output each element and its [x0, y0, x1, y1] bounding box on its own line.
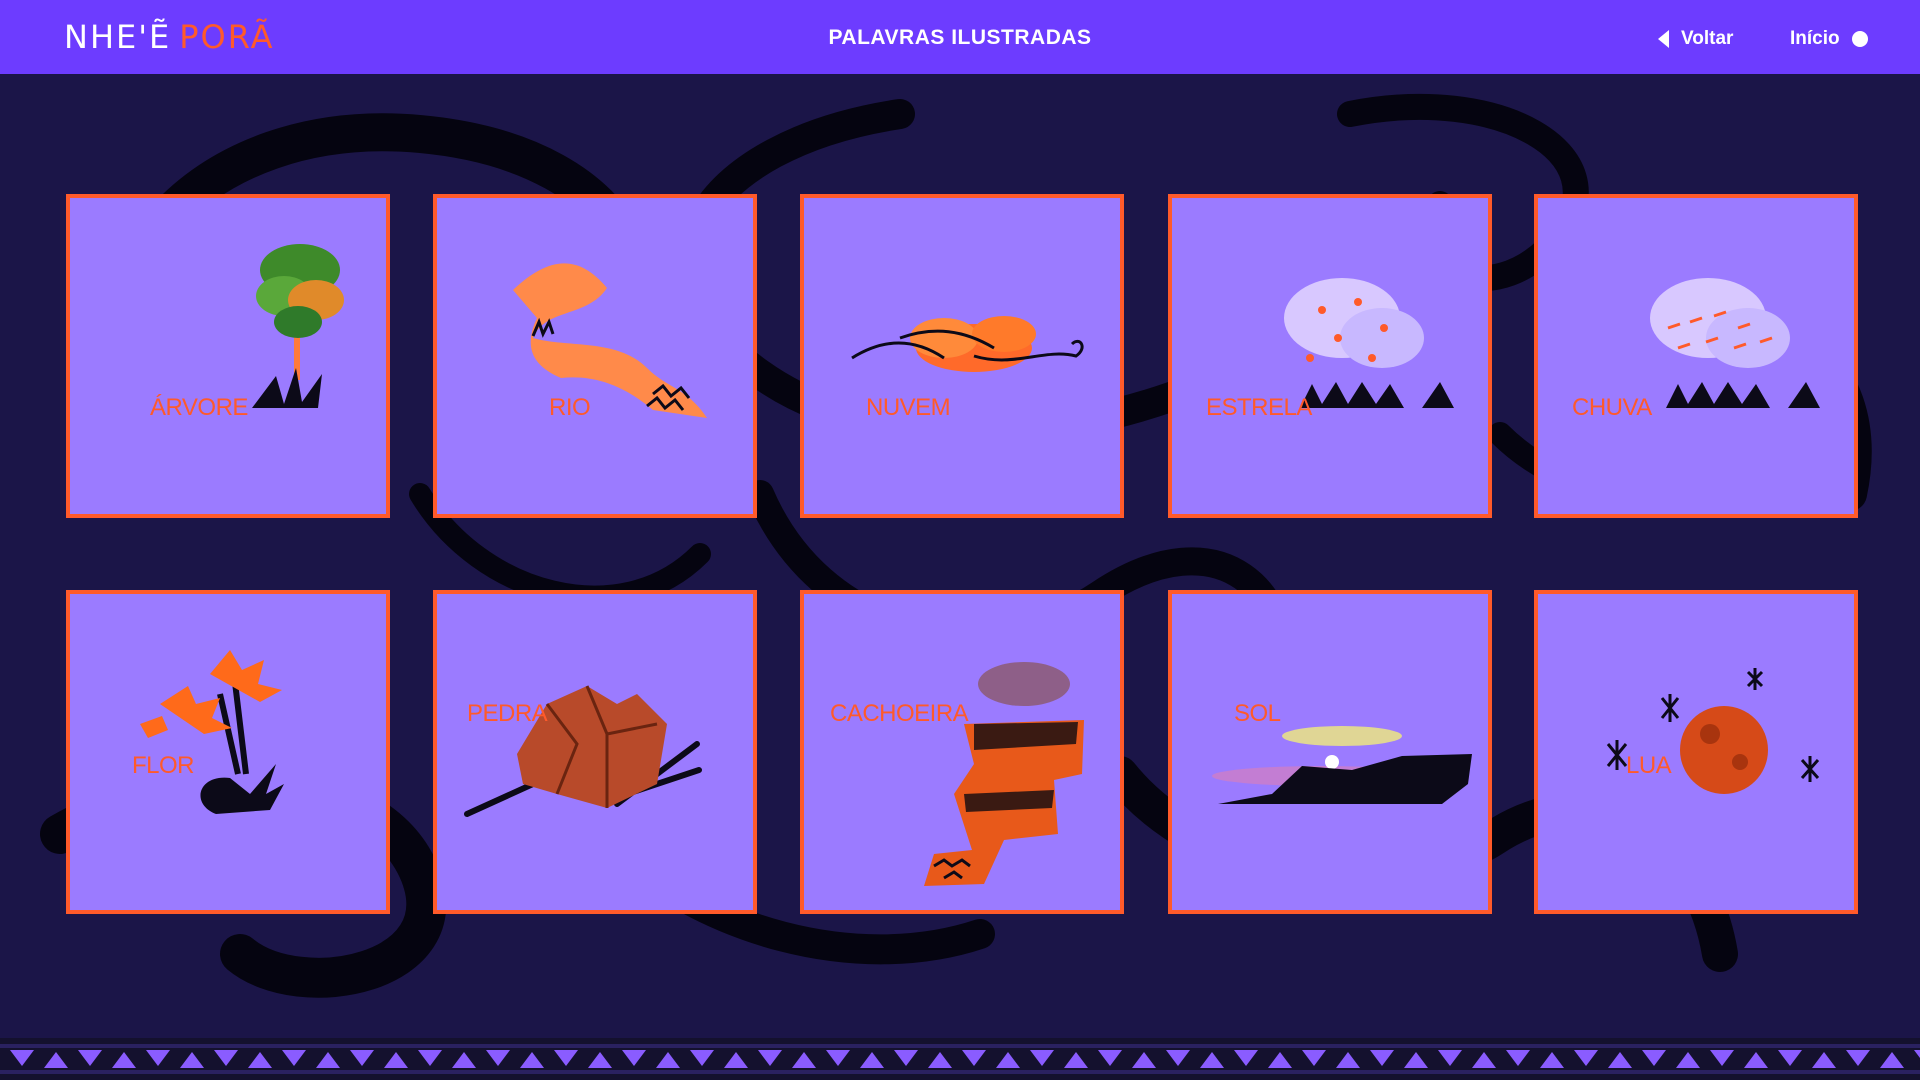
word-card-estrela[interactable]: ESTRELA	[1168, 194, 1492, 518]
back-label: Voltar	[1681, 28, 1734, 49]
flower-icon	[140, 650, 284, 814]
card-label: ESTRELA	[1206, 394, 1312, 421]
word-card-lua[interactable]: LUA	[1534, 590, 1858, 914]
card-label: NUVEM	[866, 394, 951, 421]
word-card-flor[interactable]: FLOR	[66, 590, 390, 914]
word-card-pedra[interactable]: PEDRA	[433, 590, 757, 914]
sunset-icon	[1212, 726, 1472, 804]
river-icon	[513, 263, 707, 418]
card-label: PEDRA	[467, 700, 548, 727]
footer-band	[0, 1038, 1920, 1080]
page-title: PALAVRAS ILUSTRADAS	[828, 26, 1092, 49]
card-label: RIO	[549, 394, 591, 421]
word-card-chuva[interactable]: CHUVA	[1534, 194, 1858, 518]
triangle-pattern	[0, 1038, 1920, 1080]
back-button[interactable]: Voltar	[1658, 28, 1733, 50]
card-label: LUA	[1626, 752, 1672, 779]
word-card-arvore[interactable]: ÁRVORE	[66, 194, 390, 518]
moon-icon	[1606, 668, 1820, 794]
card-label: ÁRVORE	[150, 394, 248, 421]
stars-cloud-icon	[1284, 278, 1454, 408]
home-button[interactable]: Início	[1790, 28, 1868, 50]
home-dot-icon	[1851, 31, 1868, 47]
word-card-nuvem[interactable]: NUVEM	[800, 194, 1124, 518]
tree-icon	[252, 244, 344, 408]
cloud-icon	[851, 316, 1084, 372]
top-bar: NHE'Ẽ PORÃ PALAVRAS ILUSTRADAS Voltar In…	[0, 0, 1920, 74]
word-card-cachoeira[interactable]: CACHOEIRA	[800, 590, 1124, 914]
word-card-rio[interactable]: RIO	[433, 194, 757, 518]
word-card-sol[interactable]: SOL	[1168, 590, 1492, 914]
rain-cloud-icon	[1650, 278, 1820, 408]
card-label: FLOR	[132, 752, 195, 779]
waterfall-icon	[924, 662, 1084, 886]
card-label: SOL	[1234, 700, 1281, 727]
card-label: CACHOEIRA	[830, 700, 969, 727]
back-arrow-icon	[1658, 30, 1669, 48]
card-label: CHUVA	[1572, 394, 1652, 421]
home-label: Início	[1790, 28, 1840, 49]
rock-icon	[464, 685, 702, 817]
